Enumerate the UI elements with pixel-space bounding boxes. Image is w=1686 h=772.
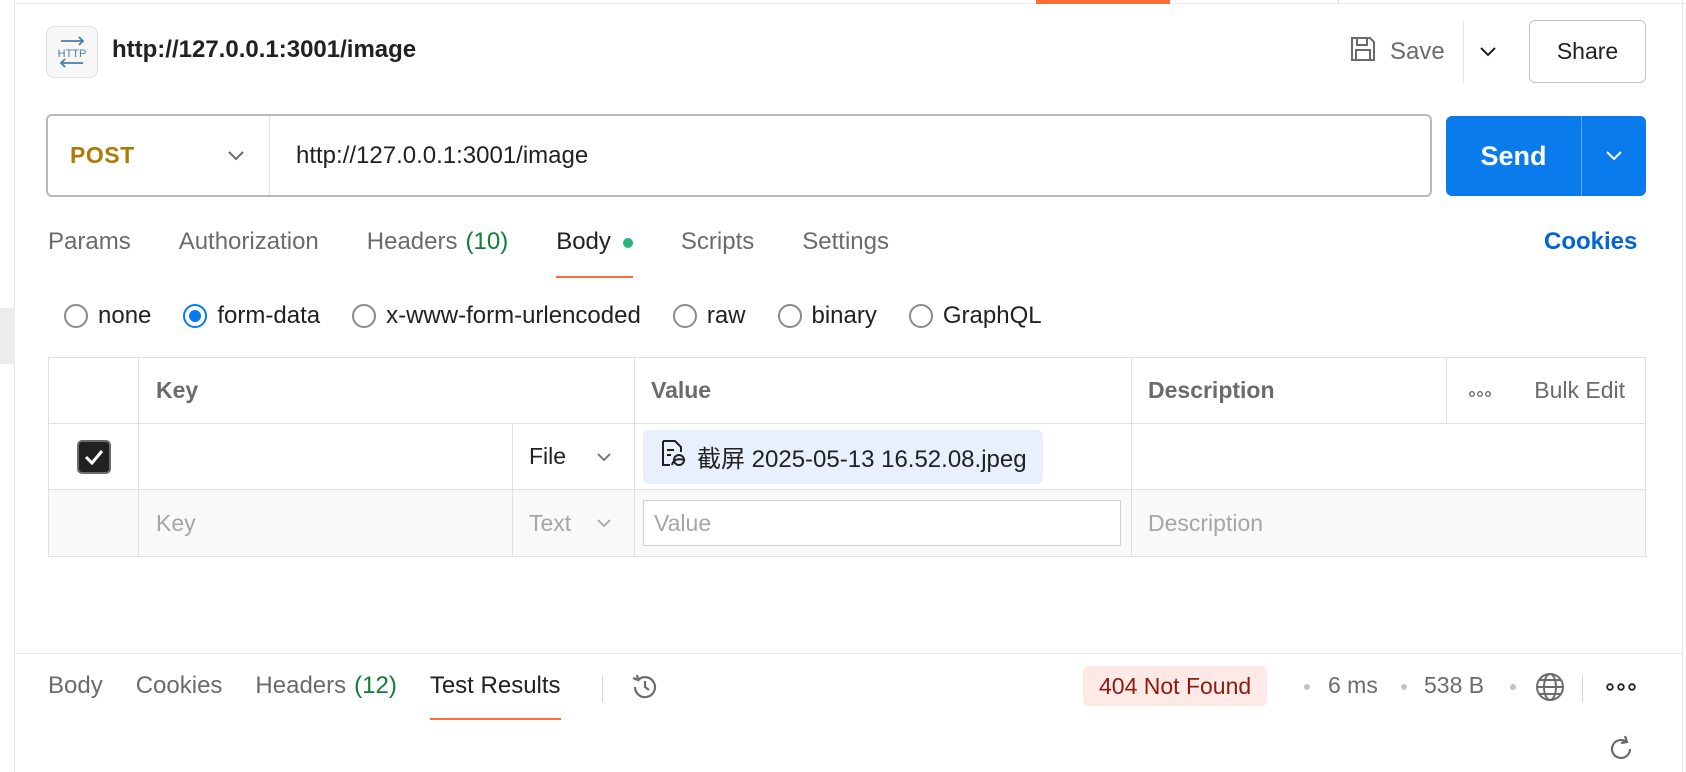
checkmark-icon: [84, 449, 103, 465]
value-cell: 截屏 2025-05-13 16.52.08.jpeg: [635, 424, 1132, 489]
header-key: Key: [139, 358, 635, 423]
key-input[interactable]: Key: [139, 490, 513, 556]
method-select[interactable]: POST: [48, 116, 270, 195]
radio-circle[interactable]: [352, 304, 377, 328]
meta-dot: [1401, 684, 1407, 690]
response-divider: [15, 653, 1682, 654]
tab-params[interactable]: Params: [48, 228, 131, 278]
radio-circle[interactable]: [908, 304, 933, 328]
send-button[interactable]: Send: [1446, 116, 1582, 196]
method-label: POST: [70, 142, 135, 168]
response-tab-test-results[interactable]: Test Results: [429, 672, 561, 720]
meta-separator: [1582, 676, 1583, 702]
value-cell: Value: [635, 490, 1132, 556]
table-row-new: Key Text Value Description: [49, 490, 1645, 556]
send-button-group: Send: [1446, 116, 1646, 196]
more-options-icon[interactable]: [1469, 377, 1492, 404]
http-icon: HTTP: [46, 26, 98, 78]
bulk-edit-button[interactable]: Bulk Edit: [1534, 377, 1625, 404]
headers-count: (10): [465, 228, 509, 255]
response-tab-cookies[interactable]: Cookies: [136, 672, 223, 720]
cookies-link[interactable]: Cookies: [1544, 228, 1637, 256]
save-button[interactable]: Save: [1348, 32, 1445, 72]
share-button[interactable]: Share: [1529, 20, 1646, 83]
response-size[interactable]: 538 B: [1424, 672, 1484, 699]
description-cell[interactable]: [1132, 424, 1642, 489]
row-enabled-checkbox[interactable]: [76, 439, 111, 474]
radio-circle[interactable]: [777, 304, 802, 328]
response-tab-headers[interactable]: Headers (12): [255, 672, 396, 720]
radio-graphql[interactable]: GraphQL: [908, 300, 1042, 332]
top-tab-strip: [15, 0, 1686, 4]
radio-circle[interactable]: [64, 304, 88, 328]
tab-scripts[interactable]: Scripts: [681, 228, 754, 278]
request-tabs: Params Authorization Headers (10) Body Sc…: [48, 228, 889, 278]
type-select[interactable]: File: [513, 424, 635, 489]
row-check-cell: [49, 424, 139, 489]
header-check-cell: [49, 358, 139, 423]
refresh-icon[interactable]: [1604, 732, 1638, 766]
radio-circle[interactable]: [672, 304, 697, 328]
globe-icon[interactable]: [1532, 669, 1568, 705]
history-icon[interactable]: [627, 669, 663, 705]
value-input[interactable]: Value: [643, 500, 1121, 546]
status-badge[interactable]: 404 Not Found: [1083, 666, 1268, 706]
form-data-table: Key Value Description Bulk Edit File 截屏 …: [48, 357, 1646, 557]
header-value: Value: [635, 358, 1132, 423]
row-check-cell: [49, 490, 139, 556]
radio-circle-checked[interactable]: [183, 304, 208, 328]
body-type-radios: none form-data x-www-form-urlencoded raw…: [64, 300, 1042, 332]
response-headers-count: (12): [354, 672, 397, 699]
radio-raw[interactable]: raw: [672, 300, 746, 332]
top-divider: [1338, 0, 1339, 4]
url-input[interactable]: [270, 116, 1430, 195]
file-chip[interactable]: 截屏 2025-05-13 16.52.08.jpeg: [643, 429, 1043, 484]
radio-none[interactable]: none: [64, 300, 151, 332]
body-modified-dot: [622, 238, 633, 248]
response-tab-separator: [602, 676, 603, 702]
tab-settings[interactable]: Settings: [802, 228, 889, 278]
tab-headers[interactable]: Headers (10): [367, 228, 508, 278]
rail-marker: [0, 308, 15, 364]
meta-dot: [1510, 684, 1516, 690]
save-options-chevron-down-icon[interactable]: [1472, 32, 1504, 72]
save-icon: [1348, 34, 1378, 71]
chevron-down-icon: [228, 150, 244, 160]
more-options-icon[interactable]: [1603, 672, 1639, 702]
radio-binary[interactable]: binary: [777, 300, 877, 332]
radio-form-data[interactable]: form-data: [183, 300, 320, 332]
response-tab-body[interactable]: Body: [48, 672, 103, 720]
chevron-down-icon: [597, 452, 611, 461]
save-separator: [1463, 20, 1464, 84]
save-label: Save: [1390, 38, 1445, 65]
svg-text:HTTP: HTTP: [58, 48, 87, 60]
description-input[interactable]: Description: [1132, 490, 1642, 556]
response-tabs: Body Cookies Headers (12) Test Results: [48, 672, 561, 722]
header-description: Description: [1132, 358, 1447, 423]
radio-x-www-form-urlencoded[interactable]: x-www-form-urlencoded: [352, 300, 641, 332]
bulk-edit-area: Bulk Edit: [1447, 358, 1645, 423]
file-image-icon: [659, 438, 687, 475]
key-cell[interactable]: [139, 424, 513, 489]
right-rail: [1682, 0, 1686, 772]
request-title[interactable]: http://127.0.0.1:3001/image: [112, 36, 416, 64]
file-name: 截屏 2025-05-13 16.52.08.jpeg: [697, 446, 1027, 473]
active-tab-indicator: [1036, 0, 1170, 4]
tab-authorization[interactable]: Authorization: [179, 228, 319, 278]
table-header-row: Key Value Description Bulk Edit: [49, 358, 1645, 424]
response-time[interactable]: 6 ms: [1328, 672, 1378, 699]
meta-dot: [1304, 684, 1310, 690]
tab-body[interactable]: Body: [556, 228, 633, 278]
type-label: File: [529, 443, 567, 469]
type-select[interactable]: Text: [513, 490, 635, 556]
table-row: File 截屏 2025-05-13 16.52.08.jpeg: [49, 424, 1645, 490]
chevron-down-icon: [597, 519, 611, 528]
send-options-chevron-down-icon[interactable]: [1582, 116, 1646, 196]
url-bar: POST: [46, 114, 1432, 197]
type-label: Text: [529, 509, 572, 536]
left-rail: [0, 0, 15, 772]
